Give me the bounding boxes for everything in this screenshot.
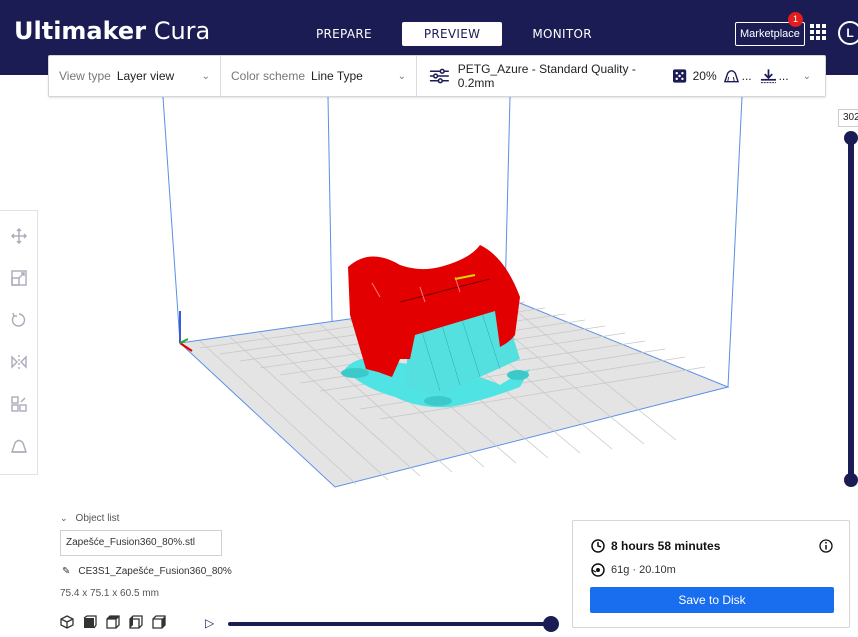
layer-number-field[interactable]: 302 (838, 109, 858, 127)
chevron-down-icon: ⌄ (802, 70, 811, 82)
material-usage-row: 61g · 20.10m (591, 563, 676, 577)
infill-value: 20% (692, 69, 717, 83)
tab-preview[interactable]: PREVIEW (401, 22, 503, 46)
per-model-settings-icon[interactable] (10, 395, 28, 413)
view-type-select[interactable]: View type Layer view ⌄ (49, 56, 221, 96)
clock-icon (591, 539, 605, 553)
tool-panel (0, 210, 38, 475)
3d-view-icon[interactable] (60, 615, 74, 629)
account-avatar[interactable]: L (838, 21, 858, 45)
move-icon[interactable] (10, 227, 28, 245)
support-value: ... (741, 69, 752, 83)
color-scheme-select[interactable]: Color scheme Line Type ⌄ (221, 56, 417, 96)
print-output-panel: 8 hours 58 minutes 61g · 20.10m Save to … (572, 520, 850, 628)
logo-brand-bold: Ultimaker (14, 17, 147, 45)
stage-tabs: PREPARE PREVIEW MONITOR (298, 22, 610, 46)
marketplace-badge: 1 (788, 12, 803, 27)
job-name-row: ✎ CE3S1_Zapešće_Fusion360_80% (62, 566, 232, 577)
app-logo: Ultimaker Cura (14, 16, 210, 46)
object-list-item[interactable]: Zapešće_Fusion360_80%.stl (60, 530, 222, 556)
infill-icon (673, 69, 687, 83)
save-to-disk-button[interactable]: Save to Disk (590, 587, 834, 613)
scale-icon[interactable] (10, 269, 28, 287)
view-type-value: Layer view (116, 69, 175, 83)
job-name[interactable]: CE3S1_Zapešće_Fusion360_80% (78, 566, 231, 577)
print-time: 8 hours 58 minutes (611, 539, 721, 553)
object-list-header: Object list (75, 513, 120, 524)
print-settings-selector[interactable]: PETG_Azure - Standard Quality - 0.2mm 20… (417, 56, 825, 96)
tab-prepare[interactable]: PREPARE (298, 22, 390, 46)
play-simulation-icon[interactable]: ▷ (205, 616, 214, 630)
rotate-icon[interactable] (10, 311, 28, 329)
print-time-row: 8 hours 58 minutes (591, 539, 720, 553)
pencil-icon[interactable]: ✎ (62, 566, 70, 577)
adhesion-icon (760, 69, 776, 84)
info-icon[interactable] (819, 539, 833, 553)
path-slider-track[interactable] (228, 622, 550, 626)
logo-brand-light: Cura (153, 17, 211, 45)
spool-icon (591, 563, 605, 577)
settings-sliders-icon (429, 68, 449, 84)
support-blocker-icon[interactable] (10, 437, 28, 455)
adhesion-value: ... (778, 69, 789, 83)
chevron-down-icon: ⌄ (397, 70, 406, 82)
apps-grid-icon[interactable] (810, 24, 826, 40)
tab-monitor[interactable]: MONITOR (514, 22, 610, 46)
view-type-label: View type (59, 69, 111, 83)
right-view-icon[interactable] (152, 615, 166, 629)
front-view-icon[interactable] (83, 615, 97, 629)
profile-name: PETG_Azure - Standard Quality - 0.2mm (457, 62, 636, 90)
support-icon (723, 70, 739, 83)
layer-slider-track[interactable] (848, 138, 854, 483)
object-list-toggle[interactable]: ⌄ Object list (60, 513, 119, 524)
model-dimensions: 75.4 x 75.1 x 60.5 mm (60, 588, 159, 599)
chevron-down-icon: ⌄ (201, 70, 210, 82)
layer-slider-bottom-handle[interactable] (844, 473, 858, 487)
view-toolbar: View type Layer view ⌄ Color scheme Line… (48, 55, 826, 97)
layer-slider-top-handle[interactable] (844, 131, 858, 145)
material-usage: 61g · 20.10m (611, 564, 676, 576)
color-scheme-label: Color scheme (231, 69, 306, 83)
color-scheme-value: Line Type (311, 69, 363, 83)
top-view-icon[interactable] (106, 615, 120, 629)
left-view-icon[interactable] (129, 615, 143, 629)
chevron-down-icon: ⌄ (60, 513, 68, 523)
mirror-icon[interactable] (10, 353, 28, 371)
camera-view-buttons (60, 615, 175, 629)
3d-viewport[interactable] (0, 97, 858, 512)
path-slider-handle[interactable] (543, 616, 559, 632)
